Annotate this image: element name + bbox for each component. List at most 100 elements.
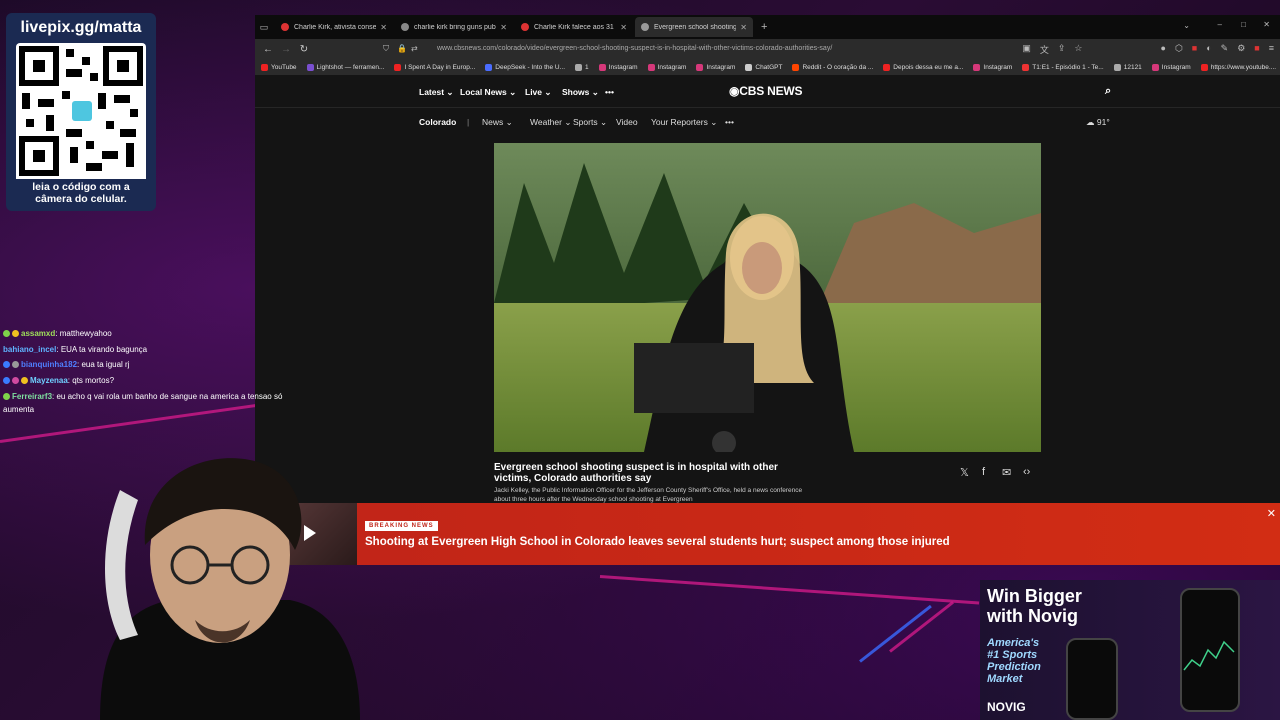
share-icon[interactable]: ⇪	[1058, 43, 1066, 56]
nav-more-icon[interactable]: •••	[605, 87, 614, 97]
subnav-divider: |	[467, 117, 470, 127]
site-settings-icon[interactable]: ⇄	[411, 44, 418, 53]
browser-tab[interactable]: Charlie Kirk, ativista conservado ✕	[275, 17, 393, 37]
novig-ad[interactable]: Win Bigger with Novig America's #1 Sport…	[980, 580, 1280, 720]
subnav-weather[interactable]: Weather ⌄	[530, 117, 571, 128]
bookmark-favicon-icon	[394, 63, 402, 71]
reload-icon[interactable]: ↻	[295, 44, 313, 55]
extension-icon[interactable]: ◐	[1206, 43, 1211, 56]
chat-text-continuation: aumenta	[3, 405, 35, 414]
qr-code	[16, 43, 146, 191]
bookmark-label: Instagram	[657, 63, 687, 71]
browser-window: ▭ Charlie Kirk, ativista conservado ✕ ch…	[255, 15, 1280, 520]
search-icon[interactable]: ⌕	[1105, 85, 1111, 98]
extension-icon[interactable]: ✎	[1221, 43, 1229, 56]
chat-user[interactable]: Mayzenaa	[30, 376, 68, 385]
tab-close-icon[interactable]: ✕	[380, 23, 387, 32]
close-window-icon[interactable]: ✕	[1263, 20, 1270, 29]
breaking-headline[interactable]: Shooting at Evergreen High School in Col…	[365, 536, 950, 548]
share-facebook-icon[interactable]: f	[982, 466, 985, 478]
shield-icon[interactable]: ⛉	[383, 44, 389, 54]
new-tab-icon[interactable]: +	[761, 21, 767, 33]
bookmark-item[interactable]: https://www.youtube....	[1200, 63, 1276, 71]
chat-user[interactable]: bianquinha182	[21, 360, 77, 369]
embed-icon[interactable]: ‹›	[1023, 466, 1030, 478]
pip-icon[interactable]: ▣	[1022, 43, 1031, 56]
chat-message: bahiano_incel: EUA ta virando bagunça	[3, 344, 148, 354]
video-frame	[494, 143, 1041, 452]
chat-user[interactable]: assamxd	[21, 329, 55, 338]
maximize-icon[interactable]: □	[1241, 20, 1246, 29]
bookmark-favicon-icon	[598, 63, 606, 71]
bookmark-item[interactable]: Instagram	[1151, 63, 1191, 71]
bookmark-label: YouTube	[271, 63, 297, 71]
bookmark-item[interactable]: YouTube	[261, 63, 297, 71]
extension-icon[interactable]: ●	[1161, 43, 1166, 56]
bookmark-label: Instagram	[608, 63, 638, 71]
tab-overflow-icon[interactable]: ⌄	[1183, 21, 1190, 30]
share-email-icon[interactable]: ✉	[1002, 466, 1011, 479]
bookmark-item[interactable]: Lightshot — ferramen...	[306, 63, 384, 71]
cbs-logo[interactable]: ◉CBS NEWS	[729, 84, 803, 98]
bookmark-item[interactable]: Instagram	[973, 63, 1012, 71]
tab-close-icon[interactable]: ✕	[620, 23, 627, 32]
extension-icon[interactable]: ■	[1254, 43, 1259, 56]
back-icon[interactable]: ←	[259, 44, 277, 55]
bookmark-favicon-icon	[745, 63, 753, 71]
nav-latest[interactable]: Latest ⌄	[419, 87, 454, 98]
breaking-news-banner[interactable]: BREAKING NEWS Shooting at Evergreen High…	[272, 503, 1280, 565]
badge-icon	[12, 376, 19, 384]
bookmark-favicon-icon	[261, 63, 268, 71]
chat-user[interactable]: Ferreirarf3	[12, 392, 52, 401]
browser-tab-active[interactable]: Evergreen school shooting ✕	[635, 17, 753, 37]
subnav-colorado[interactable]: Colorado	[419, 117, 456, 127]
chat-user[interactable]: bahiano_incel	[3, 345, 56, 354]
weather-widget[interactable]: ☁ 91°	[1086, 117, 1110, 128]
browser-tab[interactable]: charlie kirk bring guns public sp ✕	[395, 17, 513, 37]
tab-title: charlie kirk bring guns public sp	[414, 23, 496, 31]
extension-icon[interactable]: ⚙	[1237, 43, 1245, 56]
tab-close-icon[interactable]: ✕	[500, 23, 507, 32]
bookmark-item[interactable]: 12121	[1113, 63, 1142, 71]
extension-icon[interactable]: ⬡	[1175, 43, 1183, 56]
minimize-icon[interactable]: –	[1218, 20, 1222, 29]
bookmark-item[interactable]: ChatGPT	[745, 63, 782, 71]
bookmark-item[interactable]: 1	[575, 63, 589, 71]
tab-close-icon[interactable]: ✕	[740, 23, 747, 32]
translate-icon[interactable]: 文	[1040, 43, 1049, 56]
bookmark-favicon-icon	[575, 63, 583, 71]
tab-list-icon[interactable]: ▭	[255, 22, 273, 33]
bookmark-item[interactable]: Instagram	[598, 63, 638, 71]
bookmark-item[interactable]: Instagram	[647, 63, 687, 71]
forward-icon[interactable]: →	[277, 44, 295, 55]
close-icon[interactable]: ✕	[1267, 507, 1276, 520]
share-x-icon[interactable]: 𝕏	[960, 466, 969, 479]
video-player[interactable]	[494, 143, 1041, 452]
bookmark-star-icon[interactable]: ☆	[1074, 43, 1082, 56]
address-input[interactable]: www.cbsnews.com/colorado/video/evergreen…	[437, 45, 832, 52]
stream-chat: assamxd: matthewyahoo bahiano_incel: EUA…	[0, 326, 320, 416]
subnav-your-reporters[interactable]: Your Reporters ⌄	[651, 117, 717, 128]
bookmark-item[interactable]: Instagram	[696, 63, 735, 71]
subnav-sports[interactable]: Sports ⌄	[573, 117, 607, 128]
nav-local-news[interactable]: Local News ⌄	[460, 87, 516, 98]
subnav-more-icon[interactable]: •••	[725, 117, 734, 127]
chart-icon	[1183, 640, 1235, 671]
lock-icon[interactable]: 🔒	[397, 44, 407, 53]
subnav-news[interactable]: News ⌄	[482, 117, 513, 128]
nav-live[interactable]: Live ⌄	[525, 87, 552, 98]
bookmark-favicon-icon	[1022, 63, 1030, 71]
bookmark-item[interactable]: Reddit - O coração da ...	[792, 63, 873, 71]
bookmark-item[interactable]: I Spent A Day in Europ...	[394, 63, 476, 71]
bookmark-item[interactable]: DeepSeek - Into the U...	[485, 63, 565, 71]
browser-tab[interactable]: Charlie Kirk falece aos 31 anos ✕	[515, 17, 633, 37]
nav-shows[interactable]: Shows ⌄	[562, 87, 599, 98]
menu-icon[interactable]: ≡	[1269, 43, 1274, 56]
subnav-video[interactable]: Video	[616, 117, 638, 127]
bookmark-item[interactable]: T1:E1 - Episódio 1 - Te...	[1022, 63, 1104, 71]
qr-caption: leia o código com a câmera do celular.	[6, 179, 156, 205]
extension-icon[interactable]: ■	[1192, 43, 1197, 56]
ad-title-line: with Novig	[987, 606, 1078, 626]
bookmark-label: I Spent A Day in Europ...	[404, 63, 476, 71]
bookmark-item[interactable]: Depois dessa eu me a...	[883, 63, 963, 71]
